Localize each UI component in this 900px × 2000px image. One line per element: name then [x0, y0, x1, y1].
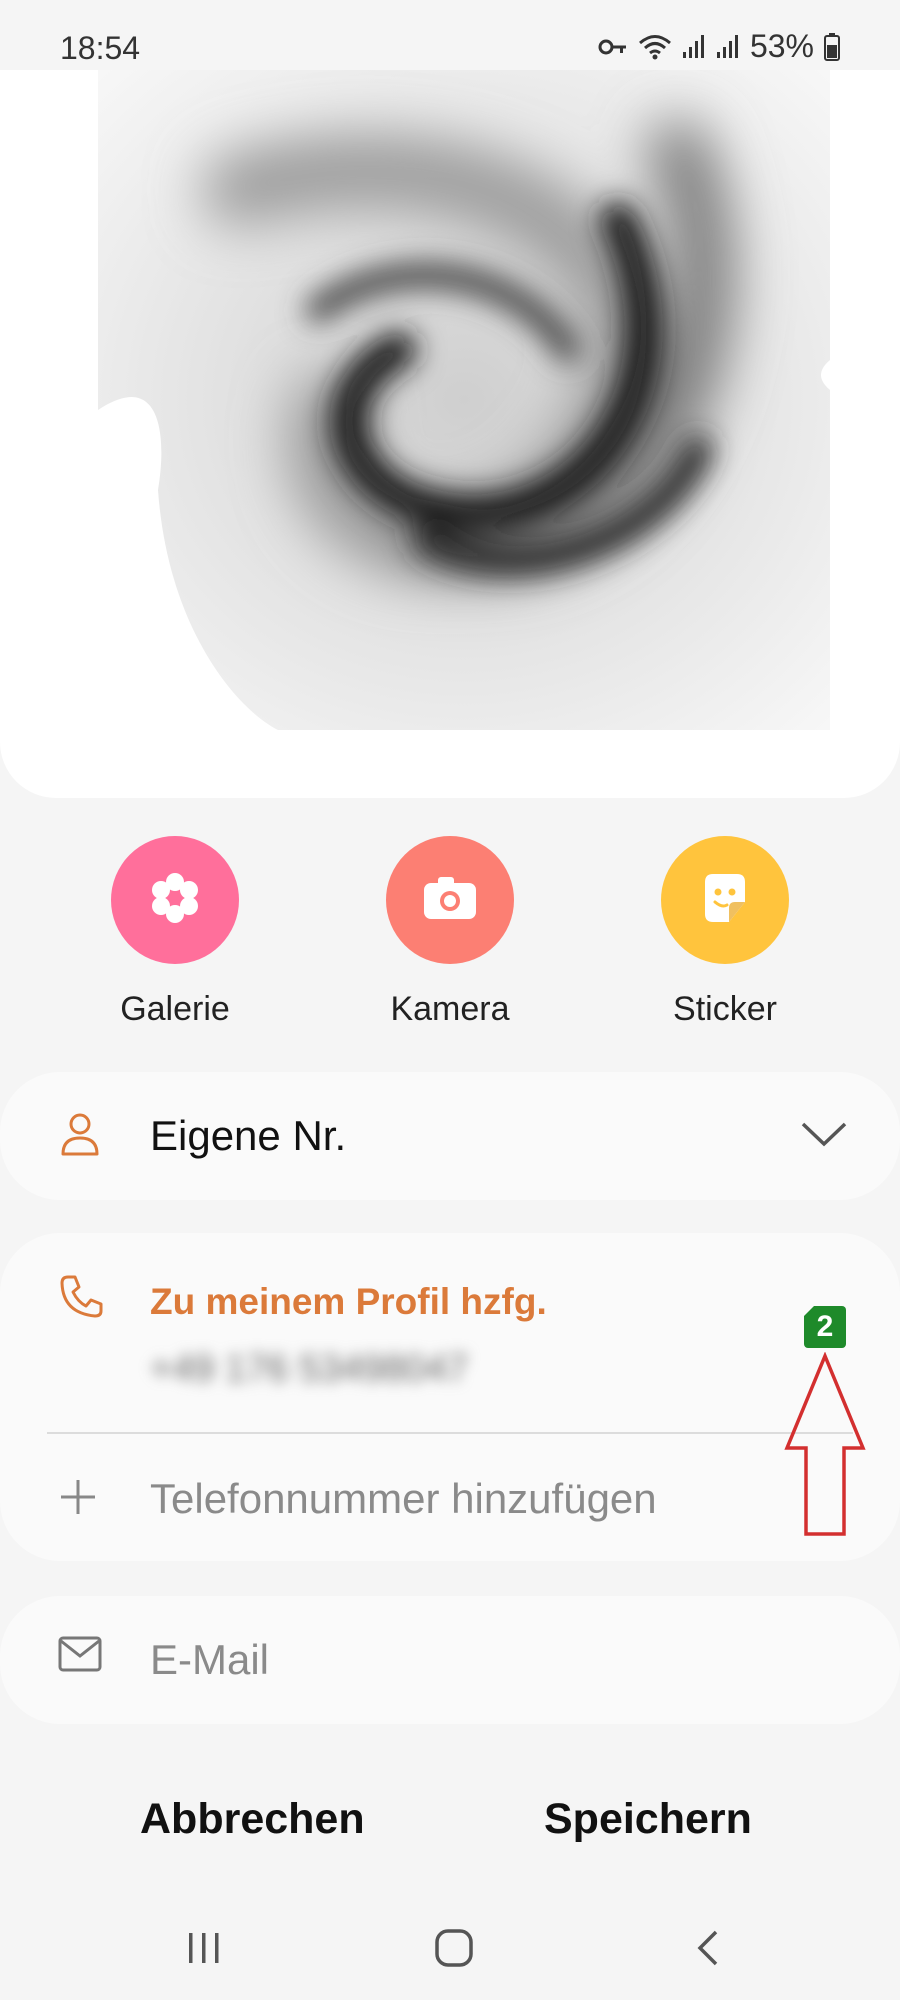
navigation-bar: [0, 1890, 900, 2000]
phone-section-header: Zu meinem Profil hzfg.: [150, 1281, 547, 1322]
chevron-down-icon[interactable]: [800, 1120, 848, 1155]
phone-icon: [58, 1273, 104, 1324]
flower-icon: [145, 868, 205, 933]
sticker-icon: [695, 868, 755, 933]
cancel-button[interactable]: Abbrechen: [140, 1795, 365, 1844]
camera-label: Kamera: [390, 990, 510, 1028]
home-icon[interactable]: [434, 1928, 474, 1973]
annotation-arrow-icon: [783, 1351, 867, 1543]
gallery-button[interactable]: [111, 836, 239, 964]
battery-percent: 53%: [749, 28, 814, 64]
email-field-card[interactable]: E-Mail: [0, 1596, 900, 1724]
email-field[interactable]: E-Mail: [150, 1636, 269, 1684]
signal-icon: [716, 34, 740, 60]
status-time: 18:54: [60, 30, 141, 66]
add-phone-number-field[interactable]: Telefonnummer hinzufügen: [150, 1475, 657, 1523]
gallery-label: Galerie: [120, 990, 230, 1028]
profile-photo-card: [0, 0, 900, 798]
account-label: Eigene Nr.: [150, 1112, 347, 1159]
status-icons: 53%: [598, 28, 840, 65]
sticker-button[interactable]: [661, 836, 789, 964]
mail-icon: [58, 1636, 102, 1677]
camera-button[interactable]: [386, 836, 514, 964]
status-bar: 18:54 53%: [0, 0, 900, 70]
battery-icon: [824, 32, 840, 61]
sticker-label: Sticker: [673, 990, 777, 1028]
profile-photo[interactable]: [98, 70, 830, 730]
recent-apps-icon[interactable]: [186, 1930, 222, 1971]
sim-card-badge: 2: [804, 1306, 846, 1348]
storage-account-selector[interactable]: Eigene Nr.: [0, 1072, 900, 1200]
key-icon: [598, 36, 628, 58]
wifi-icon: [638, 33, 672, 61]
save-button[interactable]: Speichern: [544, 1795, 752, 1844]
phone-number-value[interactable]: +49 176 53498047: [150, 1348, 468, 1391]
divider: [47, 1432, 853, 1434]
camera-icon: [420, 873, 480, 928]
plus-icon[interactable]: [58, 1477, 98, 1522]
person-icon: [58, 1110, 102, 1163]
signal-icon: [682, 34, 706, 60]
back-icon[interactable]: [690, 1928, 726, 1973]
